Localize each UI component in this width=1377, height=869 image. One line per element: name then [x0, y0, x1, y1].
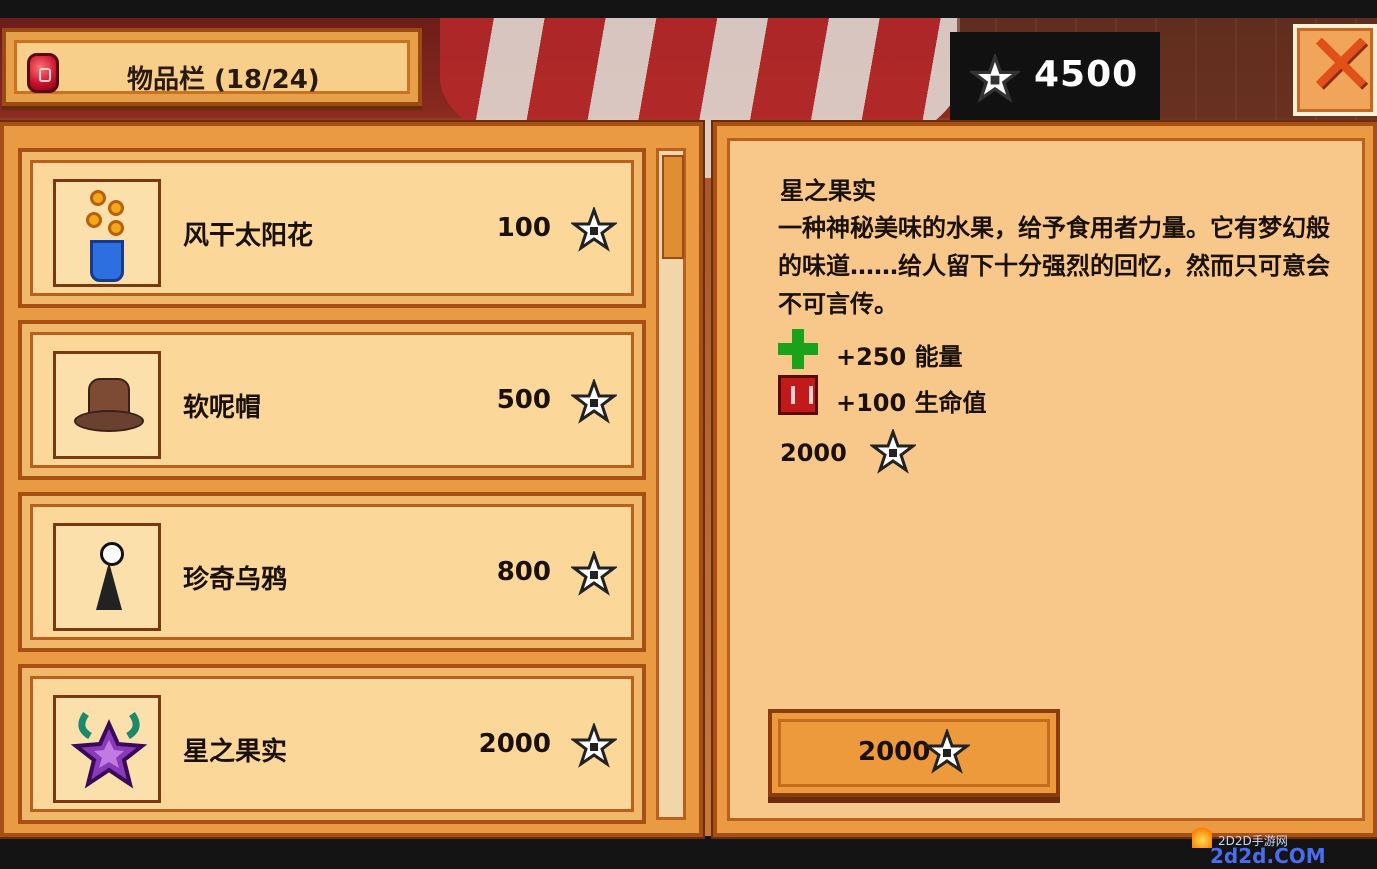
buy-button-label: 2000 [858, 737, 931, 767]
crow-body-shape [96, 562, 122, 610]
star-coin-icon [569, 205, 619, 253]
item-name: 软呢帽 [183, 393, 262, 423]
star-coin-icon [569, 377, 619, 425]
detail-description: 一种神秘美味的水果，给予食用者力量。它有梦幻般的味道……给人留下十分强烈的回忆，… [778, 214, 1330, 318]
inventory-title-bar: 物品栏 (18/24) [2, 28, 422, 106]
watermark-url: 2d2d.COM [1210, 844, 1326, 868]
inventory-title: 物品栏 (18/24) [127, 65, 320, 95]
item-name: 珍奇乌鸦 [183, 565, 288, 595]
item-detail-panel: 星之果实 一种神秘美味的水果，给予食用者力量。它有梦幻般的味道……给人留下十分强… [713, 122, 1377, 837]
red-gem-icon [27, 53, 59, 93]
item-card-inner: 风干太阳花 100 [30, 160, 634, 296]
close-button[interactable]: ✕ [1293, 15, 1377, 116]
currency-amount: 4500 [1034, 54, 1139, 95]
health-stat-label: +100 生命值 [836, 389, 987, 417]
star-coin-icon [868, 427, 918, 475]
scrollbar-thumb[interactable] [662, 155, 684, 259]
energy-stat-label: +250 能量 [836, 343, 963, 371]
crow-head-shape [100, 542, 124, 566]
detail-panel-inner: 星之果实 一种神秘美味的水果，给予食用者力量。它有梦幻般的味道……给人留下十分强… [727, 138, 1365, 821]
star-coin-icon [968, 52, 1022, 105]
item-card-inner: 珍奇乌鸦 800 [30, 504, 634, 640]
item-card-sunflower[interactable]: 风干太阳花 100 [18, 148, 646, 308]
flower-petal [108, 200, 124, 216]
item-card-inner: 软呢帽 500 [30, 332, 634, 468]
flower-petal [108, 220, 124, 236]
detail-item-name: 星之果实 [780, 177, 876, 205]
item-list-scrollbar[interactable] [656, 148, 686, 820]
green-plus-icon [778, 329, 818, 369]
detail-price: 2000 [780, 439, 847, 467]
dried-sunflower-icon [53, 179, 161, 287]
item-card-inner: 星之果实 2000 [30, 676, 634, 812]
close-x-icon: ✕ [1305, 15, 1377, 115]
item-card-crow[interactable]: 珍奇乌鸦 800 [18, 492, 646, 652]
item-price: 800 [496, 557, 551, 587]
fedora-hat-icon [53, 351, 161, 459]
red-health-icon [778, 375, 818, 415]
currency-display: 4500 [950, 32, 1160, 122]
item-card-stardrop[interactable]: 星之果实 2000 [18, 664, 646, 824]
watermark-flame-icon [1192, 822, 1212, 848]
vase-shape [90, 240, 124, 282]
hat-brim-shape [74, 410, 144, 432]
item-card-fedora[interactable]: 软呢帽 500 [18, 320, 646, 480]
stardrop-shape [70, 711, 148, 789]
crow-figure-shape [94, 536, 124, 620]
item-price: 100 [496, 213, 551, 243]
item-name: 星之果实 [183, 737, 288, 767]
flower-petal [90, 190, 106, 206]
star-coin-icon [569, 721, 619, 769]
buy-button[interactable]: 2000 [768, 709, 1060, 797]
item-price: 2000 [478, 729, 551, 759]
stardrop-fruit-icon [53, 695, 161, 803]
item-name: 风干太阳花 [183, 221, 314, 251]
flower-petal [86, 212, 102, 228]
star-coin-icon [922, 727, 972, 775]
rare-crow-icon [53, 523, 161, 631]
star-coin-icon [569, 549, 619, 597]
item-list-panel: 风干太阳花 100 软呢帽 500 珍奇乌鸦 800 星之果实 2000 [0, 122, 703, 837]
title-bar-inner: 物品栏 (18/24) [14, 40, 410, 95]
item-price: 500 [496, 385, 551, 415]
